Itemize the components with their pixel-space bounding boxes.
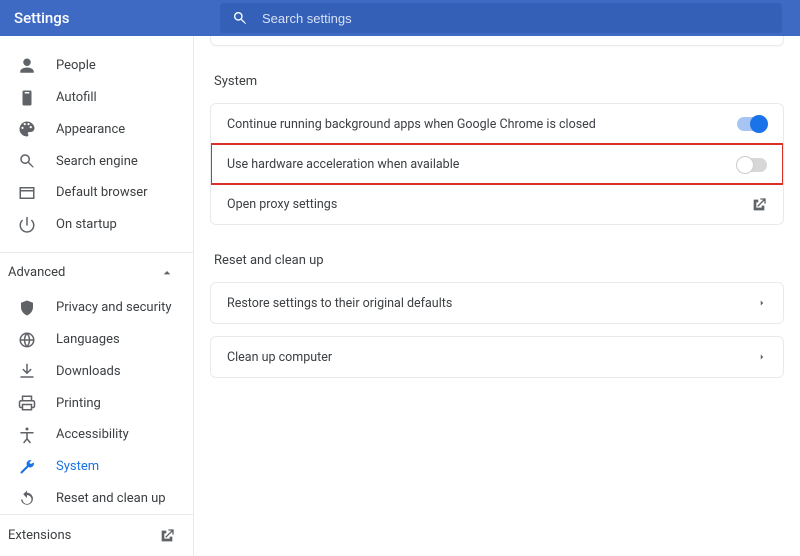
- row-background-apps: Continue running background apps when Go…: [211, 104, 783, 144]
- row-label: Continue running background apps when Go…: [227, 117, 596, 132]
- print-icon: [18, 394, 36, 412]
- sidebar-item-autofill[interactable]: Autofill: [0, 82, 193, 114]
- shield-icon: [18, 299, 36, 317]
- sidebar-item-label: Autofill: [56, 90, 97, 105]
- row-label: Restore settings to their original defau…: [227, 296, 452, 311]
- toggle-background-apps[interactable]: [737, 117, 767, 131]
- open-external-icon: [159, 528, 175, 544]
- sidebar-item-label: Accessibility: [56, 427, 129, 442]
- sidebar-item-privacy[interactable]: Privacy and security: [0, 292, 193, 324]
- sidebar-item-label: Downloads: [56, 364, 121, 379]
- search-wrap: [220, 3, 782, 33]
- toggle-hardware-acceleration[interactable]: [737, 158, 767, 172]
- row-label: Use hardware acceleration when available: [227, 157, 459, 172]
- sidebar-item-default-browser[interactable]: Default browser: [0, 177, 193, 209]
- restore-icon: [18, 489, 36, 507]
- sidebar-item-label: Appearance: [56, 122, 125, 137]
- search-box[interactable]: [220, 3, 782, 33]
- row-hardware-acceleration: Use hardware acceleration when available: [211, 144, 783, 184]
- sidebar-advanced-toggle[interactable]: Advanced: [0, 252, 193, 292]
- sidebar-item-label: System: [56, 459, 99, 474]
- accessibility-icon: [18, 426, 36, 444]
- reset-card-restore: Restore settings to their original defau…: [210, 282, 784, 324]
- sidebar-item-printing[interactable]: Printing: [0, 387, 193, 419]
- sidebar-item-appearance[interactable]: Appearance: [0, 113, 193, 145]
- sidebar-item-on-startup[interactable]: On startup: [0, 209, 193, 241]
- person-icon: [18, 57, 36, 75]
- extensions-label: Extensions: [8, 528, 71, 543]
- globe-icon: [18, 331, 36, 349]
- sidebar-item-reset[interactable]: Reset and clean up: [0, 483, 193, 515]
- chevron-right-icon: [757, 352, 767, 362]
- palette-icon: [18, 120, 36, 138]
- page-title: Settings: [10, 9, 220, 27]
- row-proxy-settings[interactable]: Open proxy settings: [211, 184, 783, 224]
- sidebar-item-languages[interactable]: Languages: [0, 324, 193, 356]
- wrench-icon: [18, 458, 36, 476]
- search-input[interactable]: [262, 11, 770, 26]
- browser-icon: [18, 184, 36, 202]
- sidebar-item-label: Default browser: [56, 185, 148, 200]
- open-external-icon: [751, 197, 767, 213]
- search-icon: [18, 152, 36, 170]
- sidebar-item-label: Printing: [56, 396, 101, 411]
- sidebar-item-label: People: [56, 58, 96, 73]
- chevron-up-icon: [159, 265, 175, 281]
- sidebar: People Autofill Appearance Search engine…: [0, 36, 194, 556]
- sidebar-item-accessibility[interactable]: Accessibility: [0, 419, 193, 451]
- search-icon: [232, 10, 248, 26]
- row-clean-up-computer[interactable]: Clean up computer: [211, 337, 783, 377]
- sidebar-item-label: Reset and clean up: [56, 491, 166, 506]
- row-label: Open proxy settings: [227, 197, 337, 212]
- reset-card-cleanup: Clean up computer: [210, 336, 784, 378]
- row-restore-defaults[interactable]: Restore settings to their original defau…: [211, 283, 783, 323]
- sidebar-item-people[interactable]: People: [0, 50, 193, 82]
- sidebar-item-label: Search engine: [56, 154, 138, 169]
- sidebar-item-downloads[interactable]: Downloads: [0, 356, 193, 388]
- sidebar-item-search-engine[interactable]: Search engine: [0, 145, 193, 177]
- advanced-label: Advanced: [8, 265, 65, 280]
- download-icon: [18, 362, 36, 380]
- sidebar-item-system[interactable]: System: [0, 451, 193, 483]
- previous-card-edge: [210, 36, 784, 46]
- sidebar-item-label: Languages: [56, 332, 120, 347]
- chevron-right-icon: [757, 298, 767, 308]
- system-card: Continue running background apps when Go…: [210, 103, 784, 225]
- sidebar-item-label: Privacy and security: [56, 300, 172, 315]
- section-title-system: System: [214, 74, 784, 89]
- content-area: System Continue running background apps …: [194, 36, 800, 556]
- row-label: Clean up computer: [227, 350, 332, 365]
- clipboard-icon: [18, 89, 36, 107]
- sidebar-item-label: On startup: [56, 217, 117, 232]
- section-title-reset: Reset and clean up: [214, 253, 784, 268]
- app-header: Settings: [0, 0, 800, 36]
- sidebar-extensions[interactable]: Extensions: [0, 514, 193, 556]
- power-icon: [18, 216, 36, 234]
